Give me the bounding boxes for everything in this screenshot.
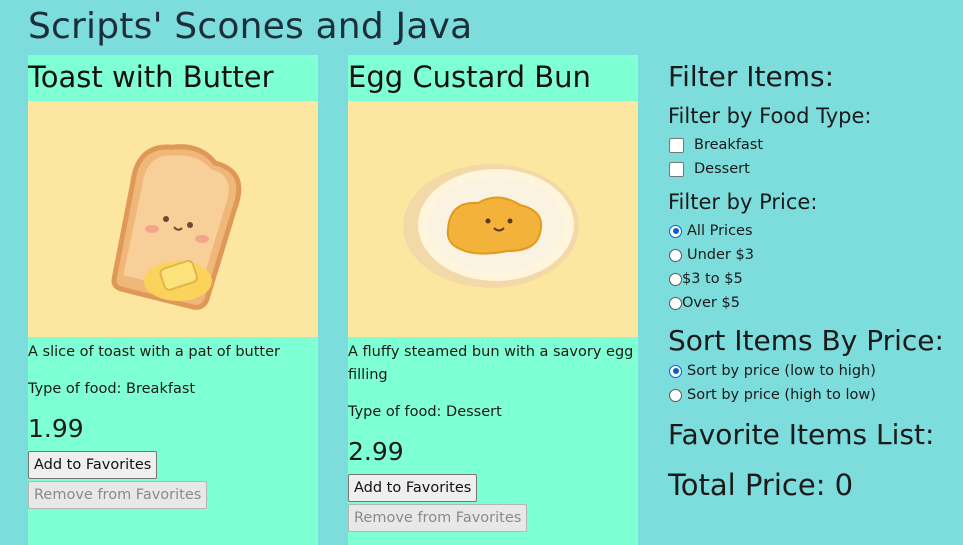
egg-custard-bun-icon xyxy=(348,101,638,337)
radio-label: $3 to $5 xyxy=(682,271,743,287)
add-to-favorites-button[interactable]: Add to Favorites xyxy=(28,451,158,479)
sort-heading: Sort Items By Price: xyxy=(668,324,944,357)
checkbox-label: Breakfast xyxy=(694,137,764,153)
sort-low-to-high-radio[interactable] xyxy=(669,364,682,378)
under-3-radio[interactable] xyxy=(669,248,682,262)
remove-from-favorites-button[interactable]: Remove from Favorites xyxy=(28,481,208,509)
filter-sidebar: Filter Items: Filter by Food Type: Break… xyxy=(668,55,963,503)
filter-breakfast-option[interactable]: Breakfast xyxy=(668,133,963,157)
item-description: A fluffy steamed bun with a savory egg f… xyxy=(348,344,634,383)
price-filter-heading: Filter by Price: xyxy=(668,190,818,214)
total-price: Total Price: 0 xyxy=(668,468,854,502)
item-price: 2.99 xyxy=(348,437,404,466)
item-title: Toast with Butter xyxy=(28,60,274,94)
remove-from-favorites-button[interactable]: Remove from Favorites xyxy=(348,504,528,532)
price-under-3-option[interactable]: Under $3 xyxy=(668,243,963,267)
item-card-toast: Toast with Butter A slice of toast with … xyxy=(28,55,318,545)
item-food-type: Type of food: Dessert xyxy=(348,404,502,420)
dessert-checkbox[interactable] xyxy=(669,161,684,177)
add-to-favorites-button[interactable]: Add to Favorites xyxy=(348,474,478,502)
breakfast-checkbox[interactable] xyxy=(669,137,684,153)
item-food-type: Type of food: Breakfast xyxy=(28,381,196,397)
item-card-egg-custard-bun: Egg Custard Bun A fluffy steamed bun wit… xyxy=(348,55,638,545)
food-type-heading: Filter by Food Type: xyxy=(668,104,872,128)
sort-high-to-low-radio[interactable] xyxy=(669,388,682,402)
price-all-option[interactable]: All Prices xyxy=(668,219,963,243)
radio-label: All Prices xyxy=(687,223,753,239)
item-description: A slice of toast with a pat of butter xyxy=(28,344,281,360)
3-to-5-radio[interactable] xyxy=(669,272,682,286)
favorites-heading: Favorite Items List: xyxy=(668,418,935,451)
filter-heading: Filter Items: xyxy=(668,60,835,93)
radio-label: Sort by price (high to low) xyxy=(687,387,876,403)
page-title: Scripts' Scones and Java xyxy=(28,6,473,47)
radio-label: Sort by price (low to high) xyxy=(687,363,876,379)
toast-with-butter-icon xyxy=(28,101,318,337)
item-title: Egg Custard Bun xyxy=(348,60,591,94)
sort-high-to-low-option[interactable]: Sort by price (high to low) xyxy=(668,383,963,407)
sort-low-to-high-option[interactable]: Sort by price (low to high) xyxy=(668,359,963,383)
filter-dessert-option[interactable]: Dessert xyxy=(668,157,963,181)
radio-label: Over $5 xyxy=(682,295,740,311)
all-prices-radio[interactable] xyxy=(669,224,682,238)
item-price: 1.99 xyxy=(28,414,84,443)
price-3-to-5-option[interactable]: $3 to $5 xyxy=(668,267,963,291)
radio-label: Under $3 xyxy=(687,247,754,263)
over-5-radio[interactable] xyxy=(669,296,682,310)
checkbox-label: Dessert xyxy=(694,161,750,177)
price-over-5-option[interactable]: Over $5 xyxy=(668,291,963,315)
